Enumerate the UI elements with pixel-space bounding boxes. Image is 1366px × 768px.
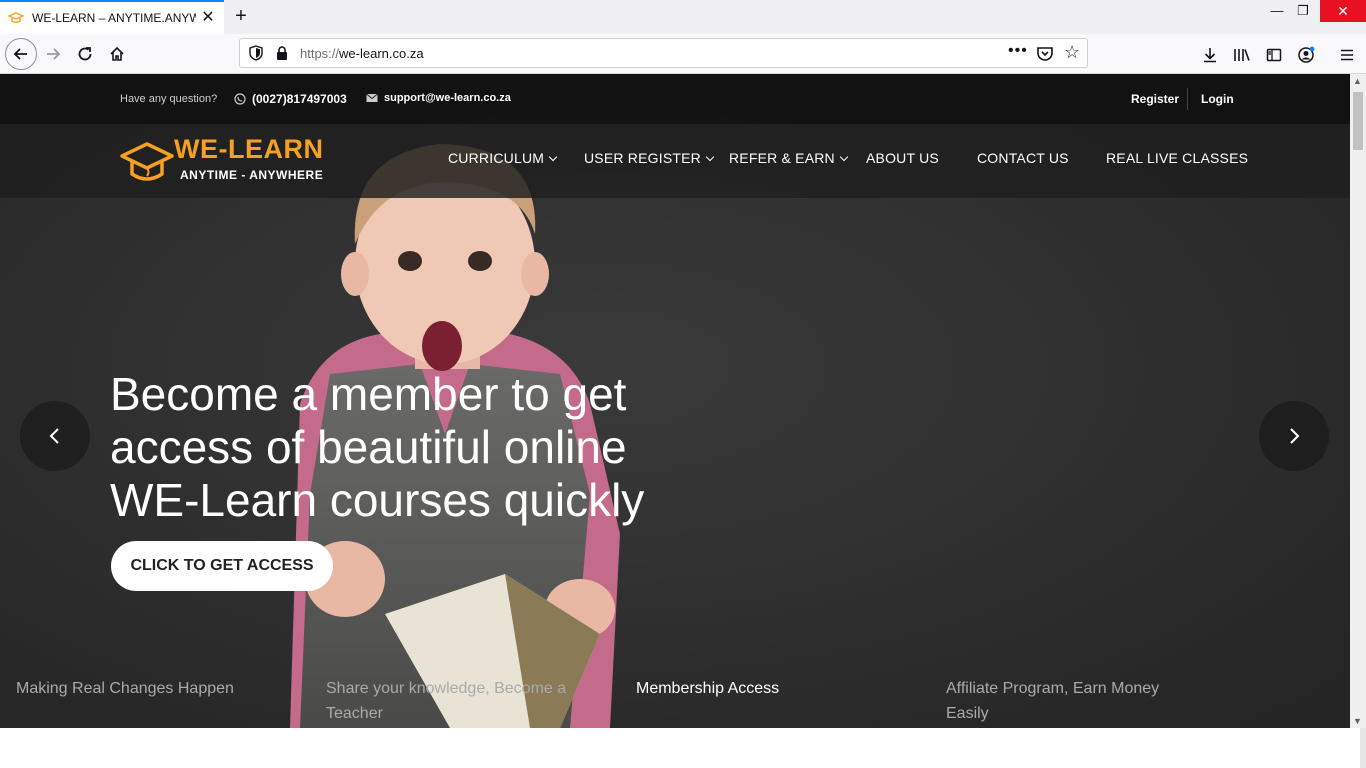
chevron-right-icon: [1290, 428, 1300, 444]
whatsapp-icon: [234, 93, 246, 105]
account-icon[interactable]: [1296, 45, 1316, 65]
arrow-left-icon: [13, 48, 27, 60]
menu-hamburger-icon[interactable]: [1337, 45, 1357, 65]
close-window-button[interactable]: ✕: [1320, 0, 1366, 22]
phone-number: (0027)817497003: [252, 92, 347, 106]
active-tab[interactable]: WE-LEARN – ANYTIME.ANYWH ✕: [0, 0, 224, 34]
scroll-up-icon[interactable]: ▲: [1353, 76, 1362, 86]
tracking-shield-icon[interactable]: [248, 45, 264, 61]
new-tab-button[interactable]: +: [230, 5, 252, 27]
page-actions-more-icon[interactable]: •••: [1008, 42, 1028, 60]
bookmark-star-icon[interactable]: ☆: [1064, 42, 1080, 63]
question-label: Have any question?: [120, 93, 218, 105]
lock-icon[interactable]: [274, 45, 290, 61]
address-bar[interactable]: https://we-learn.co.za ••• ☆: [239, 38, 1088, 68]
nav-label: CONTACT US: [977, 150, 1069, 166]
register-link[interactable]: Register: [1131, 92, 1179, 106]
home-icon: [110, 46, 124, 61]
reload-button[interactable]: [70, 39, 100, 69]
page-scrollbar[interactable]: ▲ ▼: [1350, 74, 1366, 728]
sidebar-icon[interactable]: [1264, 45, 1284, 65]
logo-name: WE-LEARN: [174, 134, 324, 164]
feature-tab-teacher[interactable]: Share your knowledge, Become a Teacher: [326, 676, 586, 726]
nav-label: REAL LIVE CLASSES: [1106, 150, 1249, 166]
login-link[interactable]: Login: [1201, 92, 1234, 106]
nav-curriculum[interactable]: CURRICULUM: [448, 150, 558, 166]
url-protocol: https://: [300, 46, 340, 61]
site-logo[interactable]: WE-LEARN ANYTIME - ANYWHERE: [120, 132, 330, 188]
feature-tab-real-changes[interactable]: Making Real Changes Happen: [16, 676, 276, 701]
reload-icon: [78, 47, 92, 61]
page-bottom-area: [0, 728, 1366, 768]
url-host: we-learn.co.za: [339, 46, 424, 61]
nav-label: USER REGISTER: [584, 150, 701, 166]
chevron-left-icon: [49, 428, 59, 444]
downloads-icon[interactable]: [1200, 45, 1220, 65]
tab-title: WE-LEARN – ANYTIME.ANYWH: [32, 11, 196, 25]
nav-contact-us[interactable]: CONTACT US: [977, 150, 1069, 166]
scrollbar-thumb[interactable]: [1353, 92, 1363, 150]
top-contact-bar: Have any question? (0027)817497003 suppo…: [0, 74, 1350, 124]
browser-toolbar: https://we-learn.co.za ••• ☆: [0, 34, 1366, 74]
graduation-cap-favicon-icon: [8, 12, 24, 23]
home-button[interactable]: [102, 39, 132, 69]
email-link[interactable]: support@we-learn.co.za: [366, 92, 511, 104]
divider: [1187, 88, 1188, 110]
web-page: Have any question? (0027)817497003 suppo…: [0, 74, 1350, 728]
nav-label: ABOUT US: [866, 150, 939, 166]
get-access-button[interactable]: CLICK TO GET ACCESS: [111, 541, 333, 591]
nav-label: REFER & EARN: [729, 150, 835, 166]
chevron-down-icon: [548, 152, 558, 162]
secondary-scrollbar[interactable]: [1360, 728, 1366, 768]
pocket-icon[interactable]: [1036, 45, 1054, 63]
nav-real-live-classes[interactable]: REAL LIVE CLASSES: [1106, 150, 1248, 166]
slider-next-button[interactable]: [1259, 401, 1329, 471]
logo-tagline: ANYTIME - ANYWHERE: [180, 168, 324, 182]
url-text[interactable]: https://we-learn.co.za: [300, 46, 424, 61]
hero-heading: Become a member to get access of beautif…: [110, 368, 645, 526]
tab-close-icon[interactable]: ✕: [200, 10, 216, 26]
nav-label: CURRICULUM: [448, 150, 545, 166]
slider-prev-button[interactable]: [20, 401, 90, 471]
scroll-down-icon[interactable]: ▼: [1353, 716, 1362, 726]
arrow-right-icon: [47, 48, 61, 60]
forward-button[interactable]: [38, 39, 68, 69]
feature-tab-membership[interactable]: Membership Access: [636, 676, 896, 701]
library-icon[interactable]: [1232, 45, 1252, 65]
nav-about-us[interactable]: ABOUT US: [866, 150, 939, 166]
nav-refer-earn[interactable]: REFER & EARN: [729, 150, 849, 166]
chevron-down-icon: [705, 152, 715, 162]
nav-user-register[interactable]: USER REGISTER: [584, 150, 715, 166]
back-button[interactable]: [5, 38, 37, 70]
envelope-icon: [366, 93, 378, 102]
chevron-down-icon: [839, 152, 849, 162]
email-address: support@we-learn.co.za: [384, 92, 511, 104]
tab-strip: WE-LEARN – ANYTIME.ANYWH ✕ + — ❐ ✕: [0, 0, 1366, 34]
main-navigation: WE-LEARN ANYTIME - ANYWHERE CURRICULUM U…: [0, 124, 1350, 198]
graduation-cap-logo-icon: [120, 142, 174, 181]
phone-link[interactable]: (0027)817497003: [234, 92, 347, 106]
feature-tab-affiliate[interactable]: Affiliate Program, Earn Money Easily: [946, 676, 1206, 726]
